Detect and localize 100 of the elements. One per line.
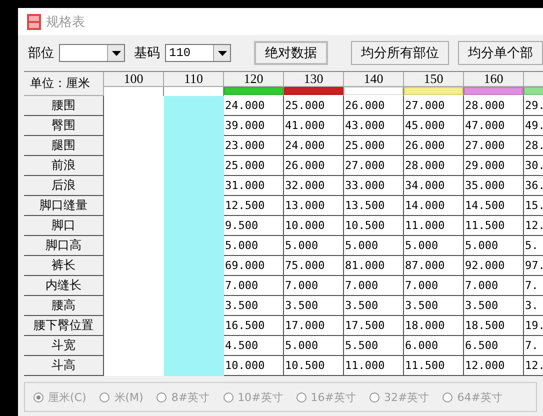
table-cell: 14.000 [405,199,445,212]
part-dropdown[interactable] [59,44,125,62]
table-cell: 25.000 [285,99,325,112]
row-header[interactable]: 腰下臀位置 [24,316,104,336]
row-header[interactable]: 臀围 [24,116,104,136]
table-cell: 13.000 [285,199,325,212]
redacted-cell [164,356,224,376]
part-label: 部位 [28,45,54,62]
row-header[interactable]: 脚口高 [24,236,104,256]
table-cell: 3.500 [225,299,258,312]
table-cell: 5.500 [345,339,378,352]
table-cell: 97. [525,259,543,272]
table-cell: 36. [525,179,543,192]
table-cell: 7.000 [465,279,498,292]
table-cell: 10.500 [345,219,385,232]
table-cell: 7. [525,339,538,352]
table-cell: 10.000 [225,359,265,372]
table-cell: 29.000 [465,159,505,172]
table-cell: 9.500 [225,219,258,232]
table-cell: 28.000 [465,99,505,112]
table-cell: 26.000 [285,159,325,172]
table-cell: 32.000 [285,179,325,192]
table-cell: 15. [525,199,543,212]
table-cell: 27.000 [345,159,385,172]
table-cell: 11.500 [405,359,445,372]
toolbar-button[interactable]: 均分所有部位 [351,41,449,65]
table-cell: 23.000 [225,139,265,152]
table-cell: 25.000 [345,139,385,152]
table-cell: 7.000 [345,279,378,292]
row-header[interactable]: 脚口 [24,216,104,236]
table-cell: 12.500 [225,199,265,212]
table-cell: 5.000 [285,339,318,352]
column-header[interactable]: 100 [104,72,164,87]
row-header[interactable]: 脚口缝量 [24,196,104,216]
table-cell: 13.500 [345,199,385,212]
table-cell: 27.000 [465,139,505,152]
table-cell: 29. [525,99,543,112]
table-cell: 92.000 [465,259,505,272]
table-cell: 3.500 [345,299,378,312]
base-size-label: 基码 [134,45,160,62]
column-header[interactable]: 120 [224,72,284,87]
toolbar-button[interactable]: 均分单个部 [458,41,543,65]
column-header[interactable]: 110 [164,72,224,87]
table-cell: 10.500 [285,359,325,372]
caret-icon [112,50,120,56]
table-cell: 5. [525,239,538,252]
table-cell: 39.000 [225,119,265,132]
table-cell: 5.000 [345,239,378,252]
table-cell: 75.000 [285,259,325,272]
row-header[interactable]: 斗宽 [24,336,104,356]
table-cell: 30. [525,159,543,172]
table-cell: 45.000 [405,119,445,132]
table-cell: 49. [525,119,543,132]
row-header[interactable]: 内缝长 [24,276,104,296]
table-cell: 7.000 [405,279,438,292]
table-cell: 7. [525,279,538,292]
column-header[interactable]: 150 [404,72,464,87]
table-cell: 47.000 [465,119,505,132]
table-cell: 3.500 [405,299,438,312]
row-header[interactable]: 腰围 [24,96,104,116]
table-cell: 35.000 [465,179,505,192]
table-cell: 41.000 [285,119,325,132]
row-header[interactable]: 腰高 [24,296,104,316]
toolbar-button[interactable]: 绝对数据 [254,41,328,65]
table-cell: 17.000 [285,319,325,332]
row-header[interactable]: 后浪 [24,176,104,196]
window-title: 规格表 [46,14,85,30]
table-cell: 6.000 [405,339,438,352]
table-cell: 12. [525,219,543,232]
table-cell: 26.000 [405,139,445,152]
column-header[interactable]: 140 [344,72,404,87]
row-header[interactable]: 斗高 [24,356,104,376]
column-header[interactable]: 160 [464,72,524,87]
table-cell: 10.000 [285,219,325,232]
table-cell: 28.000 [405,159,445,172]
table-cell: 5.000 [465,239,498,252]
unit-header: 单位：厘米 [24,72,104,96]
column-header[interactable]: 130 [284,72,344,87]
table-cell: 5.000 [405,239,438,252]
table-cell: 12. [525,359,543,372]
table-cell: 4.500 [225,339,258,352]
redacted-cell [104,356,164,376]
table-cell: 5.000 [225,239,258,252]
row-header[interactable]: 裤长 [24,256,104,276]
table-cell: 11.500 [465,219,505,232]
table-cell: 25.000 [225,159,265,172]
table-cell: 31.000 [225,179,265,192]
row-header[interactable]: 前浪 [24,156,104,176]
table-cell: 5.000 [285,239,318,252]
table-cell: 11.000 [405,219,445,232]
table-cell: 34.000 [405,179,445,192]
caret-icon [218,50,226,56]
table-cell: 69.000 [225,259,265,272]
row-header[interactable]: 腿围 [24,136,104,156]
table-cell: 19. [525,319,543,332]
table-cell: 81.000 [345,259,385,272]
table-cell: 16.500 [225,319,265,332]
table-cell: 14.500 [465,199,505,212]
table-cell: 3.500 [285,299,318,312]
base-size-dropdown[interactable]: 110 [165,44,231,62]
